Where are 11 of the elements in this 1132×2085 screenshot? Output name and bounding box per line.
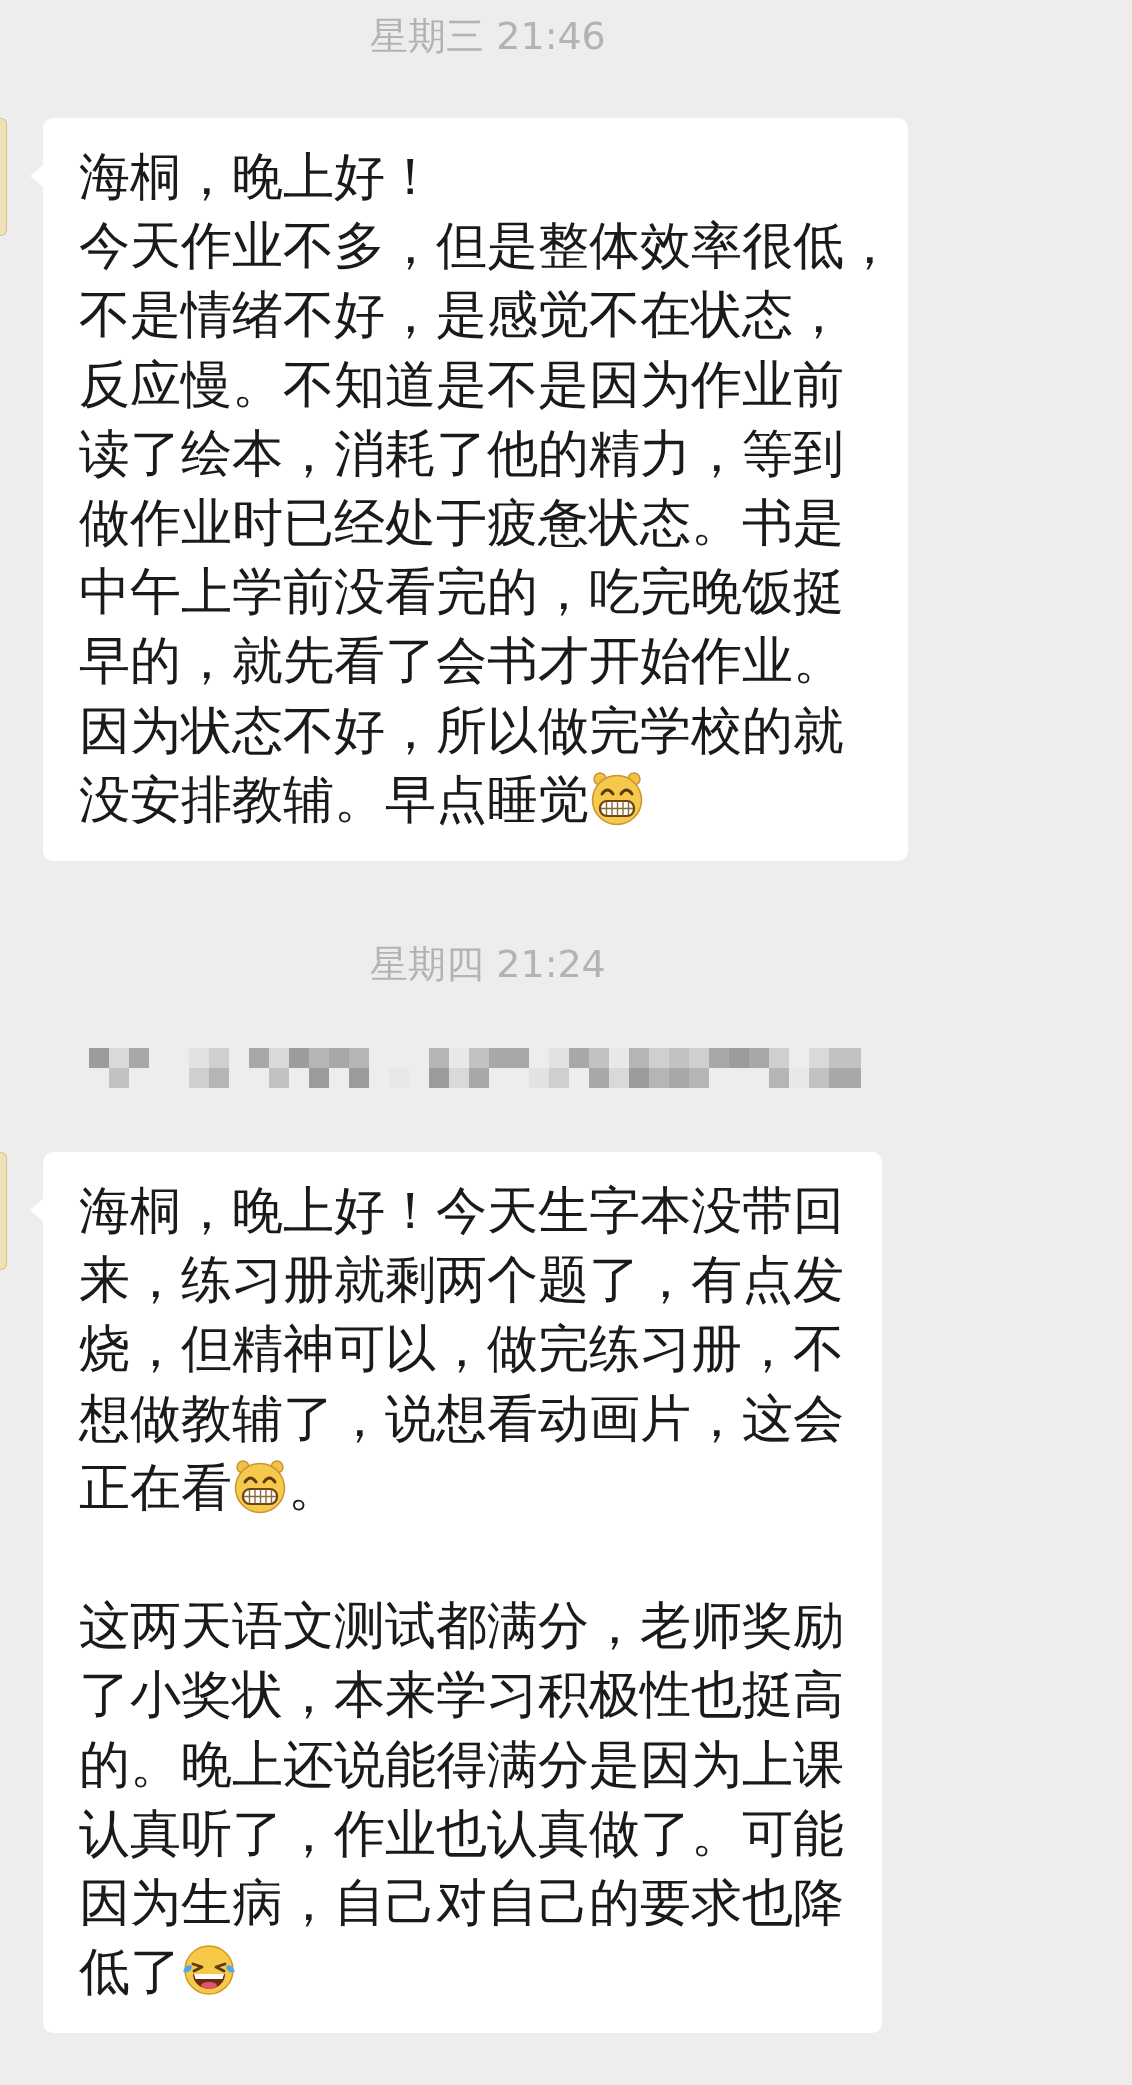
message-text: 。 [288, 1456, 339, 1519]
message-text: 海桐，晚上好！ [79, 146, 436, 208]
grinning-face-icon [232, 1457, 288, 1514]
grinning-face-icon [589, 769, 645, 826]
timestamp: 星期三 21:46 [370, 13, 606, 60]
message-text: 海桐，晚上好！今天生字本没带回来，练习册就剩两个题了，有点发烧，但精神可以，做完练习册，不想做教辅了，说想看动画片，这会 [79, 1180, 844, 1450]
message-text: 这两天语文测试都满分，老师奖励了小奖状，本来学习积极性也挺高的。晚上还说能得满分是因为上课认真听了，作业也认真做了。可能因为生病，自己对自己的要求也降 [79, 1595, 844, 1935]
message-text: 没安排教辅。早点睡觉 [79, 768, 589, 831]
message-text: 低了 [79, 1941, 181, 2004]
message-text: 正在看 [79, 1456, 232, 1519]
timestamp: 星期四 21:24 [370, 941, 606, 989]
